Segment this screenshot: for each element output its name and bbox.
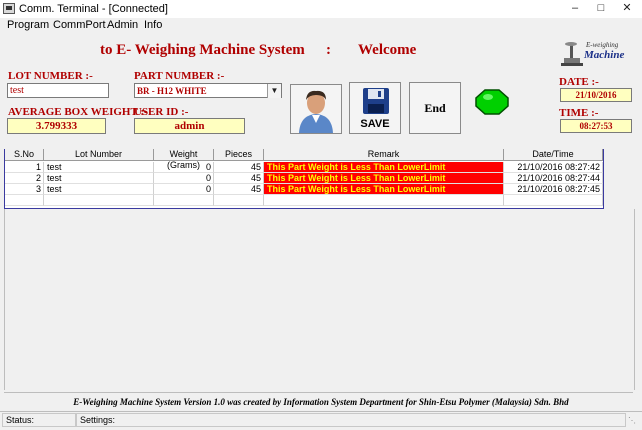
- cell-weight: 0: [154, 184, 214, 195]
- lot-number-label: LOT NUMBER :-: [8, 70, 93, 82]
- menu-commport[interactable]: CommPort: [53, 19, 106, 31]
- date-value: 21/10/2016: [560, 88, 632, 102]
- logo-line1: E-weighing: [586, 41, 619, 49]
- avg-box-weight-value: 3.799333: [7, 118, 106, 134]
- cell-sno: 3: [5, 184, 44, 195]
- user-id-value: admin: [134, 118, 245, 134]
- part-number-select[interactable]: BR - H12 WHITE ▼: [134, 83, 282, 98]
- cell-remark: This Part Weight is Less Than LowerLimit: [264, 184, 504, 195]
- app-icon: [3, 3, 15, 14]
- cell-pieces: 45: [214, 184, 264, 195]
- lot-number-input[interactable]: test: [7, 83, 109, 98]
- column-header-sno[interactable]: S.No: [5, 149, 44, 161]
- cell-datetime: 21/10/2016 08:27:42: [504, 162, 603, 173]
- column-header-datetime[interactable]: Date/Time: [504, 149, 603, 161]
- menu-info[interactable]: Info: [144, 19, 162, 31]
- menu-admin[interactable]: Admin: [107, 19, 138, 31]
- maximize-button[interactable]: □: [588, 1, 614, 16]
- cell-remark: This Part Weight is Less Than LowerLimit: [264, 162, 504, 173]
- header-welcome: Welcome: [358, 42, 417, 58]
- footer-credit: E-Weighing Machine System Version 1.0 wa…: [73, 397, 569, 407]
- date-label: DATE :-: [559, 76, 599, 88]
- user-id-label: USER ID :-: [134, 106, 189, 118]
- table-row-empty[interactable]: [5, 195, 603, 206]
- table-row[interactable]: 3 test 0 45 This Part Weight is Less Tha…: [5, 184, 603, 195]
- footer-divider: [4, 392, 633, 393]
- cell-sno: 1: [5, 162, 44, 173]
- column-header-weight[interactable]: Weight (Grams): [154, 149, 214, 170]
- part-number-label: PART NUMBER :-: [134, 70, 225, 82]
- window-title: Comm. Terminal - [Connected]: [19, 3, 168, 15]
- cell-lot-number: test: [44, 162, 154, 173]
- status-field: Status:: [2, 413, 76, 427]
- logo-line2: Machine: [584, 49, 625, 61]
- time-value: 08:27:53: [560, 119, 632, 133]
- column-header-pieces[interactable]: Pieces: [214, 149, 264, 161]
- cell-pieces: 45: [214, 173, 264, 184]
- header-title: to E- Weighing Machine System: [100, 42, 305, 58]
- table-row[interactable]: 2 test 0 45 This Part Weight is Less Tha…: [5, 173, 603, 184]
- cell-weight: 0: [154, 173, 214, 184]
- cell-empty: [44, 195, 154, 206]
- minimize-button[interactable]: –: [562, 1, 588, 16]
- cell-datetime: 21/10/2016 08:27:44: [504, 173, 603, 184]
- avg-box-weight-label: AVERAGE BOX WEIGHT :-: [8, 106, 148, 118]
- cell-empty: [264, 195, 504, 206]
- column-header-remark[interactable]: Remark: [264, 149, 504, 161]
- menu-program[interactable]: Program: [7, 19, 49, 31]
- grid-empty-area: [4, 209, 635, 390]
- save-label: SAVE: [360, 118, 390, 130]
- cell-remark: This Part Weight is Less Than LowerLimit: [264, 173, 504, 184]
- header-separator: :: [326, 42, 331, 58]
- resize-grip-icon[interactable]: ⋱: [628, 416, 638, 426]
- status-light-icon: [475, 89, 509, 115]
- column-header-lot-number[interactable]: Lot Number: [44, 149, 154, 161]
- time-label: TIME :-: [559, 107, 599, 119]
- floppy-disk-icon: [363, 88, 389, 114]
- cell-empty: [214, 195, 264, 206]
- cell-lot-number: test: [44, 173, 154, 184]
- cell-weight: 0: [154, 162, 214, 173]
- close-button[interactable]: ✕: [614, 1, 640, 16]
- save-button[interactable]: SAVE: [349, 82, 401, 134]
- table-row[interactable]: 1 test 0 45 This Part Weight is Less Tha…: [5, 162, 603, 173]
- cell-empty: [5, 195, 44, 206]
- connection-indicator: [475, 89, 509, 115]
- chevron-down-icon[interactable]: ▼: [267, 84, 281, 98]
- e-weighing-logo: E-weighing Machine: [560, 36, 630, 68]
- cell-pieces: 45: [214, 162, 264, 173]
- part-number-value: BR - H12 WHITE: [137, 86, 207, 96]
- cell-datetime: 21/10/2016 08:27:45: [504, 184, 603, 195]
- cell-empty: [154, 195, 214, 206]
- cell-sno: 2: [5, 173, 44, 184]
- user-avatar-icon: [299, 90, 333, 133]
- end-button[interactable]: End: [409, 82, 461, 134]
- user-button[interactable]: [290, 84, 342, 134]
- settings-field: Settings:: [76, 413, 626, 427]
- cell-empty: [504, 195, 603, 206]
- cell-lot-number: test: [44, 184, 154, 195]
